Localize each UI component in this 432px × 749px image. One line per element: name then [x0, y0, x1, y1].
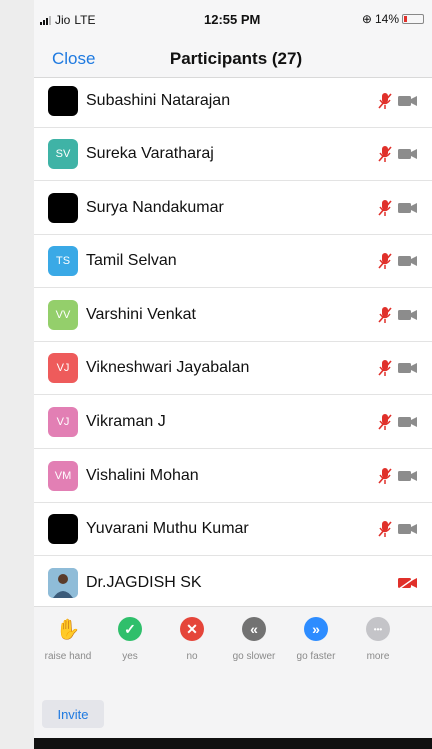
reaction-no-button[interactable]: ✕ no — [160, 617, 224, 662]
battery-status: ⊕ 14% — [362, 12, 424, 26]
camera-off-icon — [398, 576, 417, 589]
hand-icon: ✋ — [55, 618, 81, 641]
invite-button[interactable]: Invite — [42, 700, 104, 728]
mic-muted-icon — [378, 467, 392, 484]
avatar — [48, 85, 78, 116]
participant-name: Vikraman J — [86, 412, 166, 430]
camera-icon — [398, 148, 417, 159]
x-icon: ✕ — [180, 617, 204, 641]
fast-forward-icon: » — [304, 617, 328, 641]
zoom-participants-screen: Jio LTE 12:55 PM ⊕ 14% Close Participant… — [34, 0, 432, 738]
nav-bar: Close Participants (27) — [34, 38, 432, 78]
reaction-label: more — [366, 651, 390, 662]
participant-row[interactable]: TS Tamil Selvan — [34, 234, 432, 288]
reaction-more-button[interactable]: ••• more — [346, 617, 410, 662]
camera-icon — [398, 523, 417, 534]
camera-icon — [398, 309, 417, 320]
participant-row[interactable]: Dr.JAGDISH SK — [34, 556, 432, 606]
avatar: VJ — [48, 352, 78, 383]
participant-name: Subashini Natarajan — [86, 91, 231, 109]
mic-muted-icon — [378, 145, 392, 162]
participant-name: Vishalini Mohan — [86, 466, 199, 484]
check-icon: ✓ — [118, 617, 142, 641]
carrier-name: Jio — [55, 13, 71, 27]
reaction-go-slower-button[interactable]: « go slower — [222, 617, 286, 662]
participant-list[interactable]: Subashini Natarajan SV Sureka Varatharaj Su… — [34, 78, 432, 606]
camera-icon — [398, 202, 417, 213]
page-title: Participants (27) — [169, 49, 303, 68]
carrier-info: Jio LTE — [40, 13, 95, 27]
reaction-label: go slower — [232, 651, 276, 662]
reaction-label: go faster — [296, 651, 336, 662]
battery-percent: 14% — [374, 12, 399, 26]
mic-muted-icon — [378, 359, 392, 376]
camera-icon — [398, 416, 417, 427]
participant-name: Yuvarani Muthu Kumar — [86, 519, 249, 537]
status-bar: Jio LTE 12:55 PM ⊕ 14% — [34, 0, 432, 38]
more-icon: ••• — [366, 617, 390, 641]
participant-row[interactable]: VM Vishalini Mohan — [34, 449, 432, 503]
avatar: VJ — [48, 406, 78, 437]
participant-name: Surya Nandakumar — [86, 198, 224, 216]
clock: 12:55 PM — [204, 12, 261, 27]
avatar: VV — [48, 299, 78, 330]
avatar: TS — [48, 245, 78, 276]
rotation-lock-icon: ⊕ — [361, 12, 372, 26]
mic-muted-icon — [378, 199, 392, 216]
avatar: VM — [48, 460, 78, 491]
rewind-icon: « — [242, 617, 266, 641]
participant-row[interactable]: Yuvarani Muthu Kumar — [34, 502, 432, 556]
network-type: LTE — [74, 13, 96, 27]
mic-muted-icon — [378, 252, 392, 269]
mic-muted-icon — [378, 92, 392, 109]
participant-name: Sureka Varatharaj — [86, 144, 214, 162]
participant-row[interactable]: SV Sureka Varatharaj — [34, 127, 432, 181]
reaction-go-faster-button[interactable]: » go faster — [284, 617, 348, 662]
reaction-label: no — [186, 651, 198, 662]
home-indicator-area — [34, 738, 432, 749]
participant-row[interactable]: Surya Nandakumar — [34, 181, 432, 235]
reaction-bar: ✋ raise hand ✓ yes ✕ no « go slower » go faster ••… — [34, 606, 432, 678]
camera-icon — [398, 255, 417, 266]
participant-row[interactable]: VJ Vikneshwari Jayabalan — [34, 341, 432, 395]
battery-icon — [402, 14, 424, 24]
signal-icon — [40, 15, 51, 25]
participant-name: Varshini Venkat — [86, 305, 196, 323]
avatar — [48, 513, 78, 544]
camera-icon — [398, 470, 417, 481]
camera-icon — [398, 95, 417, 106]
participant-row[interactable]: Subashini Natarajan — [34, 78, 432, 128]
camera-icon — [398, 362, 417, 373]
avatar — [48, 567, 78, 598]
avatar: SV — [48, 138, 78, 169]
mic-muted-icon — [378, 306, 392, 323]
avatar — [48, 192, 78, 223]
mic-muted-icon — [378, 413, 392, 430]
participant-row[interactable]: VJ Vikraman J — [34, 395, 432, 449]
reaction-label: yes — [122, 651, 138, 662]
reaction-label: raise hand — [44, 651, 92, 662]
participant-name: Dr.JAGDISH SK — [86, 573, 202, 591]
reaction-yes-button[interactable]: ✓ yes — [98, 617, 162, 662]
participant-name: Tamil Selvan — [86, 251, 177, 269]
footer: Invite — [34, 678, 432, 738]
mic-muted-icon — [378, 520, 392, 537]
participant-name: Vikneshwari Jayabalan — [86, 358, 250, 376]
reaction-raise-hand-button[interactable]: ✋ raise hand — [36, 617, 100, 663]
participant-row[interactable]: VV Varshini Venkat — [34, 288, 432, 342]
